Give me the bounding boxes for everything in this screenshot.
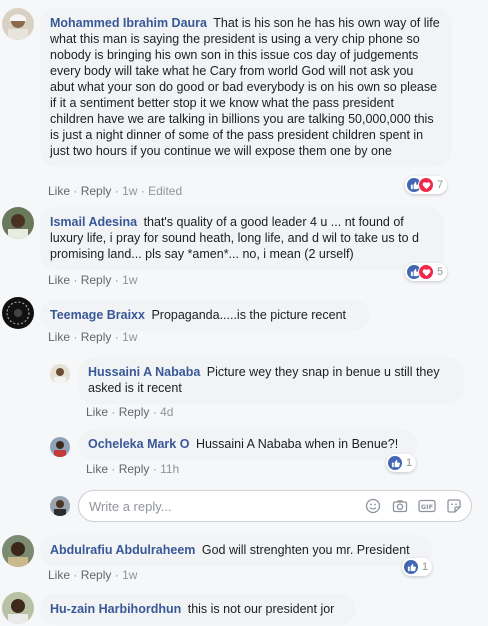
like-link[interactable]: Like: [48, 184, 70, 198]
reaction-count[interactable]: 1: [386, 454, 417, 472]
reply-actions: Like · Reply · 11h: [86, 462, 180, 476]
comment-author[interactable]: Ismail Adesina: [50, 215, 137, 229]
reply-text: Hussaini A Nababa when in Benue?!: [195, 437, 399, 451]
gif-icon[interactable]: GIF: [418, 497, 436, 515]
reply-author[interactable]: Hussaini A Nababa: [88, 365, 200, 379]
timestamp[interactable]: 4d: [160, 405, 173, 419]
reply-author[interactable]: Ocheleka Mark O: [88, 437, 189, 451]
like-link[interactable]: Like: [48, 568, 70, 582]
comment-text: God will strenghten you mr. President: [201, 543, 410, 557]
sticker-icon[interactable]: [445, 497, 463, 515]
like-link[interactable]: Like: [48, 273, 70, 287]
timestamp[interactable]: 1w: [122, 273, 137, 287]
comment-author[interactable]: Hu-zain Harbihordhun: [50, 602, 181, 616]
comment-actions: Like · Reply · 1w · Edited: [48, 184, 183, 198]
timestamp[interactable]: 1w: [122, 330, 137, 344]
reply-link[interactable]: Reply: [81, 273, 112, 287]
reply-link[interactable]: Reply: [81, 330, 112, 344]
reply-tools: GIF: [364, 497, 463, 515]
reply-placeholder: Write a reply...: [89, 498, 172, 514]
reply-link[interactable]: Reply: [119, 405, 150, 419]
timestamp[interactable]: 1w: [122, 184, 137, 198]
reply-bubble: Ocheleka Mark O Hussaini A Nababa when i…: [78, 429, 418, 460]
comment-author[interactable]: Abdulrafiu Abdulraheem: [50, 543, 195, 557]
timestamp[interactable]: 11h: [160, 462, 179, 476]
reply-link[interactable]: Reply: [119, 462, 150, 476]
comment-author[interactable]: Mohammed Ibrahim Daura: [50, 16, 207, 30]
reaction-count-label: 1: [422, 561, 429, 573]
reaction-count-label: 7: [437, 179, 444, 191]
comment-actions: Like · Reply · 1w: [48, 568, 138, 582]
reaction-count[interactable]: 1: [402, 558, 433, 576]
reaction-count[interactable]: 7: [405, 176, 448, 194]
edited-label[interactable]: Edited: [148, 184, 182, 198]
like-reaction-icon: [403, 559, 419, 575]
camera-icon[interactable]: [391, 497, 409, 515]
reply-link[interactable]: Reply: [81, 568, 112, 582]
like-reaction-icon: [387, 455, 403, 471]
love-reaction-icon: [418, 177, 434, 193]
like-link[interactable]: Like: [86, 462, 108, 476]
comment-text: this is not our president jor: [187, 602, 335, 616]
avatar[interactable]: [2, 535, 34, 567]
comment-actions: Like · Reply · 1w: [48, 273, 138, 287]
reaction-count-label: 1: [406, 457, 413, 469]
comment-actions: Like · Reply · 1w: [48, 330, 138, 344]
comment-bubble: Hu-zain Harbihordhun this is not our pre…: [40, 594, 356, 625]
current-user-avatar: [50, 496, 70, 516]
like-link[interactable]: Like: [48, 330, 70, 344]
comment-bubble: Abdulrafiu Abdulraheem God will strenght…: [40, 535, 432, 566]
reaction-count[interactable]: 5: [405, 263, 448, 281]
comment-bubble: Ismail Adesina that's quality of a good …: [40, 207, 444, 270]
avatar[interactable]: [50, 437, 70, 457]
reply-actions: Like · Reply · 4d: [86, 405, 174, 419]
avatar[interactable]: [2, 592, 34, 624]
love-reaction-icon: [418, 264, 434, 280]
reply-link[interactable]: Reply: [81, 184, 112, 198]
comment-bubble: Mohammed Ibrahim Daura That is his son h…: [40, 8, 452, 167]
comment-bubble: Teemage Braixx Propaganda.....is the pic…: [40, 300, 370, 331]
avatar[interactable]: [2, 8, 34, 40]
reply-input[interactable]: Write a reply... GIF: [78, 490, 472, 522]
svg-text:GIF: GIF: [421, 503, 433, 511]
timestamp[interactable]: 1w: [122, 568, 137, 582]
avatar[interactable]: [2, 297, 34, 329]
comment-text: That is his son he has his own way of li…: [50, 16, 440, 158]
comment-text: Propaganda.....is the picture recent: [151, 308, 347, 322]
like-link[interactable]: Like: [86, 405, 108, 419]
reply-bubble: Hussaini A Nababa Picture wey they snap …: [78, 357, 464, 404]
emoji-icon[interactable]: [364, 497, 382, 515]
reaction-count-label: 5: [437, 266, 444, 278]
avatar[interactable]: [50, 364, 70, 384]
comment-author[interactable]: Teemage Braixx: [50, 308, 145, 322]
avatar[interactable]: [2, 207, 34, 239]
